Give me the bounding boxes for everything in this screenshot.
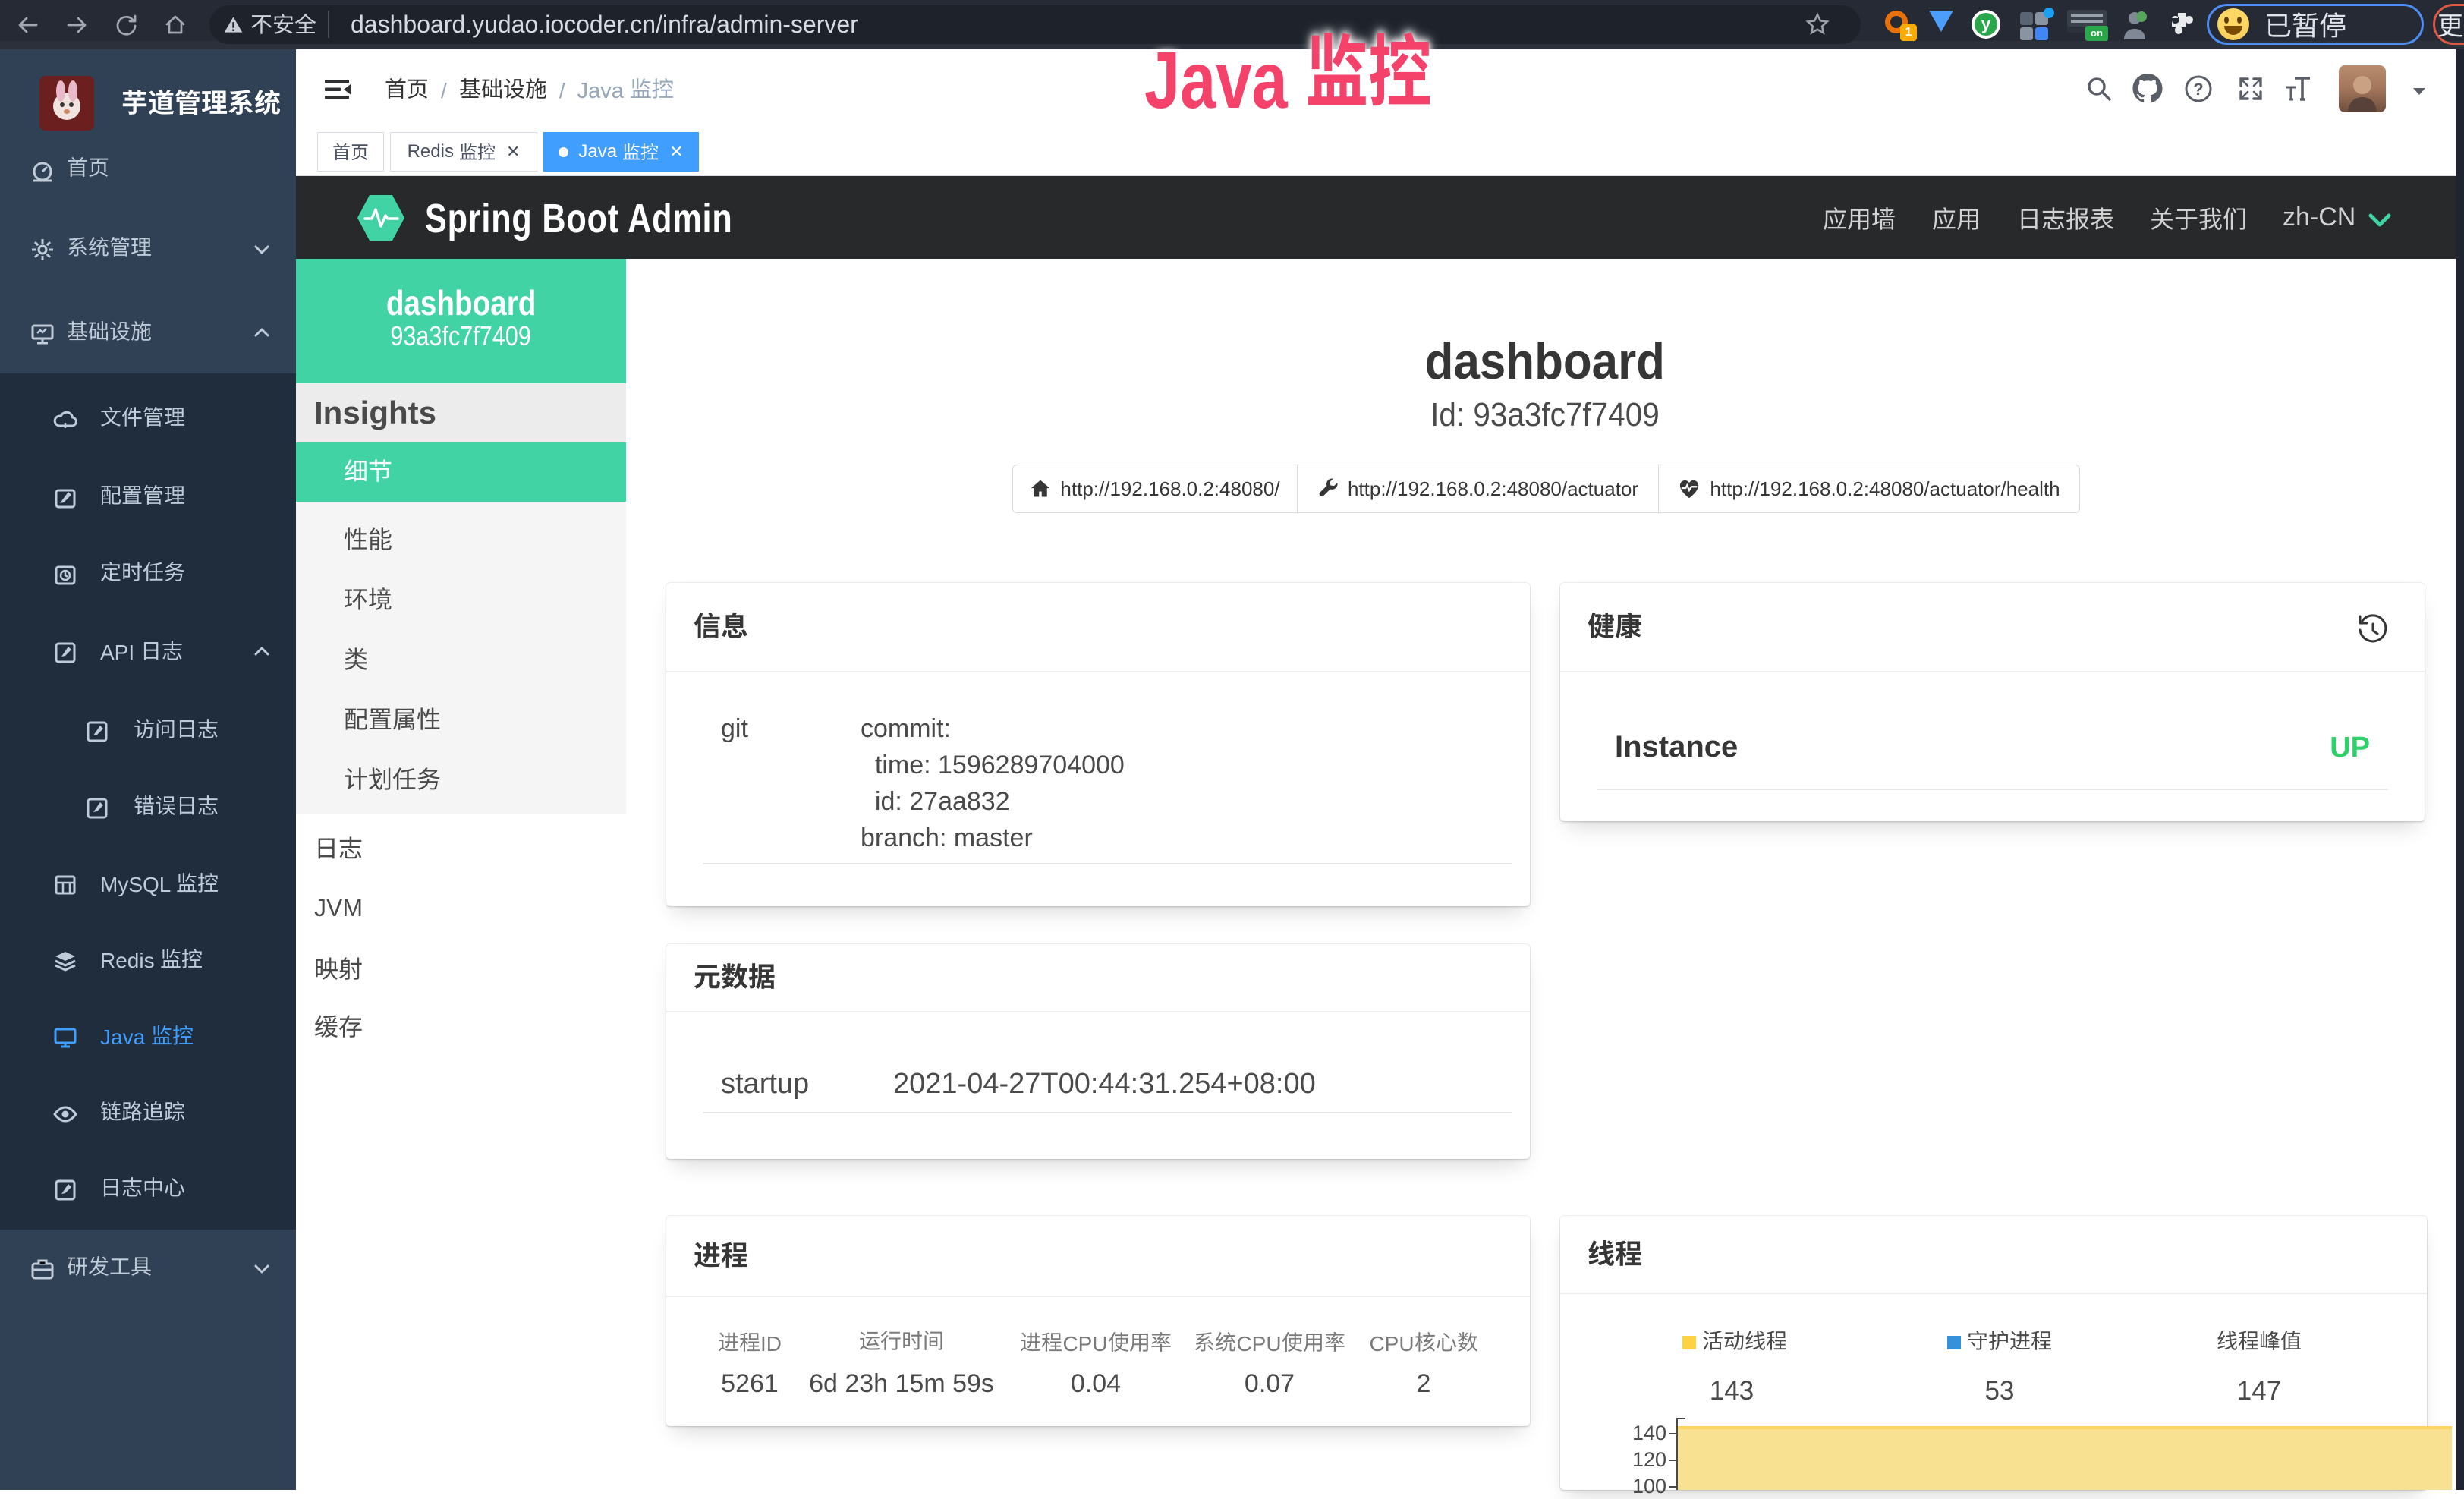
svg-text:?: ? [2193,80,2203,99]
